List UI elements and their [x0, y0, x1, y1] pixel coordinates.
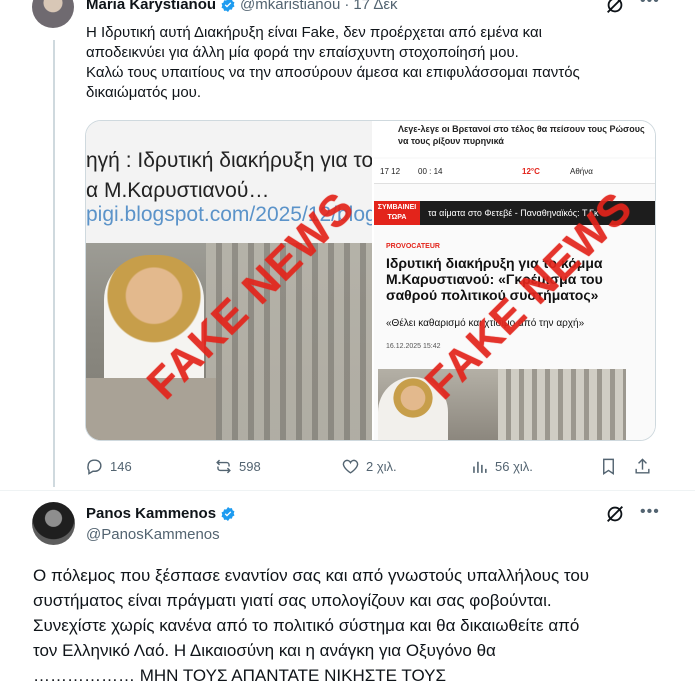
like-count: 2 χιλ. — [366, 459, 397, 474]
tweet-header: Maria Karystianou @mkaristianou · 17 Δεκ — [86, 0, 398, 13]
repost-button[interactable]: 598 — [214, 457, 261, 476]
author-handle[interactable]: @mkaristianou — [240, 0, 340, 13]
tweet-body: Ο πόλεμος που ξέσπασε εναντίον σας και α… — [33, 563, 673, 688]
tweet-text-line: Συνεχίστε χωρίς κανένα από το πολιτικό σ… — [33, 616, 580, 635]
bar-city: Αθήνα — [570, 167, 593, 176]
article-photo — [378, 369, 626, 440]
bookmark-button[interactable] — [599, 457, 618, 476]
tweet-date[interactable]: 17 Δεκ — [353, 0, 397, 13]
breaking-badge: ΣΥΜΒΑΙΝΕΙ ΤΩΡΑ — [374, 201, 420, 225]
article-top-text: Λεγε-λεγε οι Βρετανοί στο τέλος θα πείσο… — [398, 124, 645, 146]
tweet-actions: 146 598 2 χιλ. 56 χιλ. — [85, 457, 655, 477]
article-category: PROVOCATEUR — [386, 243, 440, 250]
views-count: 56 χιλ. — [495, 459, 533, 474]
bar-time: 00 : 14 — [418, 167, 443, 176]
photo-columns — [498, 369, 626, 440]
reply-icon — [87, 459, 102, 475]
bookmark-icon — [603, 458, 614, 475]
author-name[interactable]: Panos Kammenos — [86, 505, 216, 522]
tweet-text-line: ……………… ΜΗΝ ΤΟΥΣ ΑΠΑΝΤΑΤΕ ΝΙΚΗΣΤΕ ΤΟΥΣ — [33, 666, 446, 685]
tweet-text-line: δικαιώματός μου. — [86, 84, 202, 101]
article-top: Λεγε-λεγε οι Βρετανοί στο τέλος θα πείσο… — [374, 121, 655, 157]
verified-badge-icon — [220, 506, 236, 522]
avatar[interactable] — [32, 0, 74, 28]
thread-connector-line — [53, 40, 55, 487]
tweet-body: Η Ιδρυτική αυτή Διακήρυξη είναι Fake, δε… — [86, 23, 646, 103]
tweet-header: Panos Kammenos — [86, 505, 236, 522]
views-icon — [473, 461, 487, 473]
bar-date: 17 12 — [380, 167, 401, 176]
author-name[interactable]: Maria Karystianou — [86, 0, 216, 13]
tweet-text-line: Ο πόλεμος που ξέσπασε εναντίον σας και α… — [33, 566, 590, 585]
verified-badge-icon — [220, 0, 236, 13]
image-text: ηγή : Ιδρυτική διακήρυξη για το — [86, 149, 372, 172]
repost-icon — [216, 459, 231, 474]
tweet-text-line: τον Ελληνικό Λαό. Η Δικαιοσύνη και η ανά… — [33, 641, 496, 660]
separator-dot: · — [344, 0, 350, 13]
bar-temperature: 12°C — [522, 167, 540, 176]
media-image-left[interactable]: ηγή : Ιδρυτική διακήρυξη για το α Μ.Καρυ… — [86, 121, 372, 440]
reply-button[interactable]: 146 — [85, 457, 132, 476]
media-image-right[interactable]: Λεγε-λεγε οι Βρετανοί στο τέλος θα πείσο… — [374, 121, 655, 440]
image-text: α Μ.Καρυστιανού… — [86, 179, 270, 202]
share-icon — [635, 458, 650, 474]
like-button[interactable]: 2 χιλ. — [341, 457, 397, 476]
tweet-media[interactable]: ηγή : Ιδρυτική διακήρυξη για το α Μ.Καρυ… — [85, 120, 656, 441]
article-date: 16.12.2025 15:42 — [386, 343, 441, 350]
grok-icon[interactable] — [604, 503, 626, 525]
tweet-text-line: Η Ιδρυτική αυτή Διακήρυξη είναι Fake, δε… — [86, 24, 543, 41]
repost-count: 598 — [239, 459, 261, 474]
author-handle[interactable]: @PanosKammenos — [86, 526, 220, 543]
grok-icon[interactable] — [604, 0, 626, 16]
more-icon[interactable]: ••• — [640, 503, 660, 521]
share-button[interactable] — [633, 457, 652, 476]
like-icon — [342, 459, 359, 474]
tweet-text-line: συστήματος είναι πράγματι γιατί σας υπολ… — [33, 591, 552, 610]
views-button[interactable]: 56 χιλ. — [470, 457, 533, 476]
avatar[interactable] — [32, 502, 75, 545]
more-icon[interactable]: ••• — [640, 0, 660, 10]
tweet-text-line: αποδεικνύει για άλλη μία φορά την επαίσχ… — [86, 44, 519, 61]
tweet-divider — [0, 490, 695, 491]
tweet-text-line: Καλώ τους υπαιτίους να την αποσύρουν άμε… — [86, 64, 580, 81]
article-status-bar: 17 12 00 : 14 12°C Αθήνα — [374, 159, 655, 184]
reply-count: 146 — [110, 459, 132, 474]
